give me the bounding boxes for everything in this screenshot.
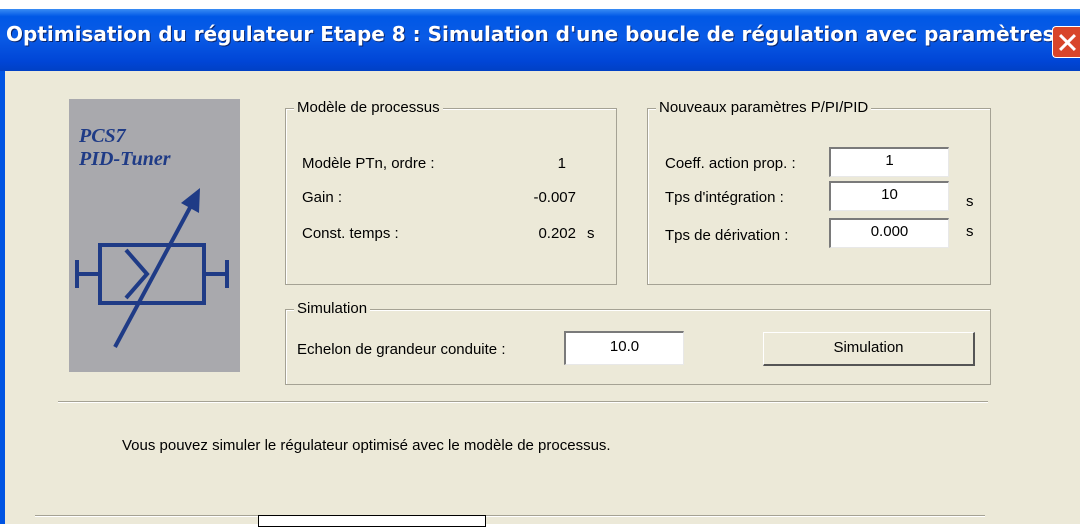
prop-coeff-input[interactable]: 1 bbox=[829, 147, 949, 177]
step-label: Echelon de grandeur conduite : bbox=[297, 341, 506, 358]
time-constant-value: 0.202 bbox=[538, 225, 576, 242]
process-model-group: Modèle de processus Modèle PTn, ordre : … bbox=[285, 99, 617, 285]
derivative-time-label: Tps de dérivation : bbox=[665, 227, 789, 244]
time-constant-label: Const. temps : bbox=[302, 225, 399, 242]
separator-top bbox=[58, 401, 988, 403]
simulation-group: Simulation Echelon de grandeur conduite … bbox=[285, 300, 991, 385]
prop-coeff-label: Coeff. action prop. : bbox=[665, 155, 796, 172]
partial-control bbox=[258, 515, 486, 527]
title-bar[interactable]: Optimisation du régulateur Etape 8 : Sim… bbox=[0, 9, 1080, 71]
simulation-button[interactable]: Simulation bbox=[763, 332, 975, 366]
dialog-window: Optimisation du régulateur Etape 8 : Sim… bbox=[0, 9, 1080, 524]
derivative-time-input[interactable]: 0.000 bbox=[829, 218, 949, 248]
pid-tuner-logo: PCS7 PID-Tuner bbox=[69, 99, 240, 372]
dialog-body: PCS7 PID-Tuner Modèle de processus Modèl… bbox=[0, 71, 1080, 524]
simulation-group-label: Simulation bbox=[294, 300, 371, 317]
window-title: Optimisation du régulateur Etape 8 : Sim… bbox=[6, 22, 1080, 46]
separator-bottom bbox=[35, 515, 985, 517]
controller-symbol-icon bbox=[75, 188, 229, 348]
order-label: Modèle PTn, ordre : bbox=[302, 155, 435, 172]
close-icon[interactable] bbox=[1052, 26, 1080, 58]
step-value-input[interactable]: 10.0 bbox=[564, 331, 684, 365]
gain-value: -0.007 bbox=[533, 189, 576, 206]
gain-label: Gain : bbox=[302, 189, 343, 206]
process-model-group-label: Modèle de processus bbox=[294, 99, 443, 116]
integration-time-input[interactable]: 10 bbox=[829, 181, 949, 211]
order-value: 1 bbox=[557, 155, 566, 172]
integration-time-unit: s bbox=[966, 193, 974, 210]
time-constant-unit: s bbox=[587, 225, 595, 242]
window-border bbox=[0, 71, 5, 524]
integration-time-label: Tps d'intégration : bbox=[665, 189, 784, 206]
info-text: Vous pouvez simuler le régulateur optimi… bbox=[122, 437, 611, 454]
pid-params-group-label: Nouveaux paramètres P/PI/PID bbox=[656, 99, 872, 116]
derivative-time-unit: s bbox=[966, 223, 974, 240]
pid-params-group: Nouveaux paramètres P/PI/PID Coeff. acti… bbox=[647, 99, 991, 285]
